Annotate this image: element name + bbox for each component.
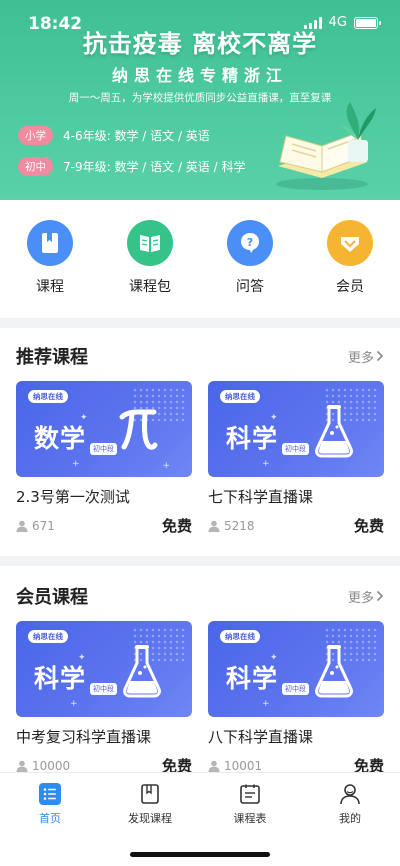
quick-nav-label: 课程 [36,279,64,295]
course-level: 初中段 [90,683,117,695]
banner-subtitle: 纳思在线专精浙江 [111,66,288,85]
learner-count-value: 671 [32,518,55,533]
course-card[interactable]: 纳思在线 科学 初中段 ✦ + 七下科学直播课 5218 免费 [208,381,384,536]
grade-tag: 小学 [18,126,53,145]
schedule-icon [238,782,262,806]
quick-nav-courses[interactable]: 课程 [0,220,100,298]
grade-subjects: 4-6年级: 数学 / 语文 / 英语 [63,129,210,143]
quick-nav-membership[interactable]: 会员 [300,220,400,298]
chevron-right-icon [376,590,384,602]
learner-count-value: 10000 [32,758,71,773]
svg-text:?: ? [247,236,253,249]
hero-banner[interactable]: 18:42 4G 抗击疫毒 离校不离学 纳思在线专精浙江 周一～周五，为学校提供… [0,0,400,200]
tab-label: 发现课程 [128,812,172,825]
brand-badge: 纳思在线 [220,630,260,643]
course-title: 七下科学直播课 [208,488,314,506]
learner-count-value: 10001 [224,758,263,773]
course-price: 免费 [353,517,384,535]
course-thumbnail: 纳思在线 数学 初中段 ✦ + + [16,381,192,477]
learner-count: 10000 [16,759,70,773]
person-icon [16,760,28,772]
recommended-header: 推荐课程 更多 [16,343,384,369]
more-label: 更多 [347,590,374,606]
course-level: 初中段 [90,443,117,455]
person-icon [208,760,220,772]
quick-nav-course-packages[interactable]: 课程包 [100,220,200,298]
course-meta: 5218 免费 [208,515,384,536]
more-label: 更多 [347,350,374,366]
tab-discover-courses[interactable]: 发现课程 [100,773,200,829]
section-title: 推荐课程 [16,347,88,368]
member-more-link[interactable]: 更多 [348,587,384,606]
learner-count: 5218 [208,519,255,533]
flask-icon [315,645,353,698]
course-thumbnail: 纳思在线 科学 初中段 ✦ + [208,621,384,717]
discover-book-icon [138,782,162,806]
chevron-right-icon [376,350,384,362]
tab-label: 课程表 [233,812,267,825]
question-bubble-icon: ? [227,220,273,266]
section-divider [0,318,400,328]
profile-icon [338,782,362,806]
banner-title: 抗击疫毒 离校不离学 [82,30,318,58]
tab-profile[interactable]: 我的 [300,773,400,829]
book-plant-illustration [276,102,376,190]
tab-label: 我的 [339,812,361,825]
recommended-more-link[interactable]: 更多 [348,347,384,366]
learner-count-value: 5218 [224,518,255,533]
pi-icon [119,409,158,450]
course-title: 中考复习科学直播课 [16,728,152,746]
course-subject: 科学 [34,664,87,693]
vip-crown-icon [327,220,373,266]
course-card[interactable]: 纳思在线 科学 初中段 ✦ + 八下科学直播课 10001 免费 [208,621,384,776]
course-subject: 科学 [226,664,279,693]
member-header: 会员课程 更多 [16,583,384,609]
grade-subjects: 7-9年级: 数学 / 语文 / 英语 / 科学 [63,160,246,174]
course-subject: 科学 [226,424,279,453]
home-indicator [130,852,270,857]
bottom-tab-bar: 首页 发现课程 课程表 我的 [0,772,400,866]
open-book-icon [127,220,173,266]
course-card[interactable]: 纳思在线 数学 初中段 ✦ + + 2.3号第一次测试 671 免费 [16,381,192,536]
person-icon [16,520,28,532]
course-card[interactable]: 纳思在线 科学 初中段 ✦ + 中考复习科学直播课 10000 免费 [16,621,192,776]
grade-row-middle: 初中 7-9年级: 数学 / 语文 / 英语 / 科学 [18,157,245,176]
bookmark-book-icon [27,220,73,266]
flask-icon [315,405,353,458]
course-level: 初中段 [282,683,309,695]
quick-nav-label: 会员 [336,279,364,295]
learner-count: 10001 [208,759,262,773]
course-subject: 数学 [34,424,87,453]
brand-badge: 纳思在线 [220,390,260,403]
tab-home[interactable]: 首页 [0,773,100,829]
quick-nav-qa[interactable]: ? 问答 [200,220,300,298]
quick-nav-label: 课程包 [129,279,171,295]
course-price: 免费 [161,517,192,535]
flask-icon [123,645,161,698]
grade-row-primary: 小学 4-6年级: 数学 / 语文 / 英语 [18,126,210,145]
tab-label: 首页 [39,812,61,825]
course-meta: 671 免费 [16,515,192,536]
course-thumbnail: 纳思在线 科学 初中段 ✦ + [16,621,192,717]
tab-schedule[interactable]: 课程表 [200,773,300,829]
grade-tag: 初中 [18,157,53,176]
quick-nav-label: 问答 [236,279,264,295]
person-icon [208,520,220,532]
learner-count: 671 [16,519,55,533]
section-title: 会员课程 [16,587,88,608]
section-divider [0,556,400,566]
course-title: 八下科学直播课 [208,728,314,746]
brand-badge: 纳思在线 [28,630,68,643]
course-title: 2.3号第一次测试 [16,488,130,506]
quick-nav: 课程 课程包 ? 问答 会员 [0,220,400,298]
home-list-icon [38,782,62,806]
brand-badge: 纳思在线 [28,390,68,403]
course-level: 初中段 [282,443,309,455]
course-thumbnail: 纳思在线 科学 初中段 ✦ + [208,381,384,477]
